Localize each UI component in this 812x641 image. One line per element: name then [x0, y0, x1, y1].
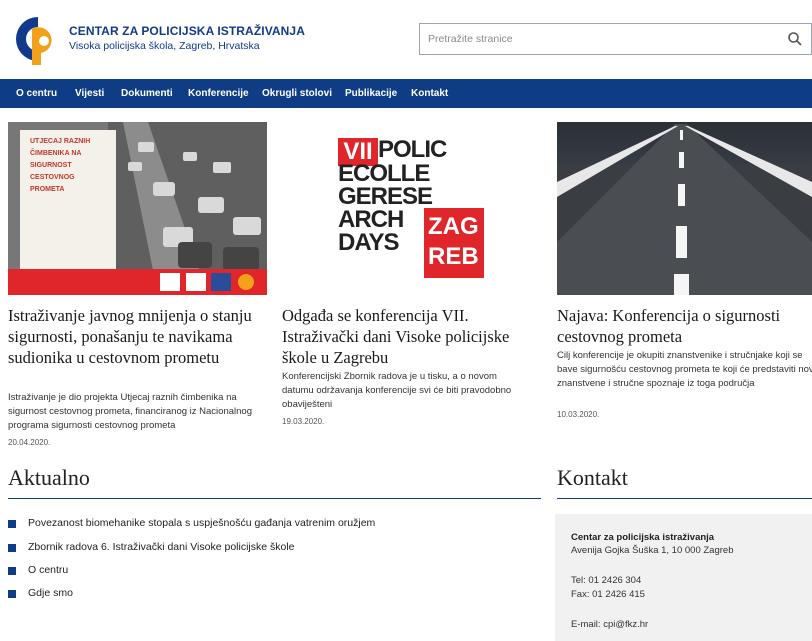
site-header: CENTAR ZA POLICIJSKA ISTRAŽIVANJA Visoka…: [0, 0, 812, 78]
contact-name: Centar za policijska istraživanja: [571, 532, 715, 543]
nav-item-konferencije[interactable]: Konferencije: [188, 79, 249, 108]
card-image-research-days-logo[interactable]: VII POLIC ECOLLE GERESE ARCH DAYS ZAG RE…: [282, 122, 541, 295]
nav-item-vijesti[interactable]: Vijesti: [75, 79, 104, 108]
card-image-road-safety-poster[interactable]: UTJECAJ RAZNIH ČIMBENIKA NA SIGURNOST CE…: [8, 122, 267, 295]
square-bullet-icon: [8, 590, 16, 598]
search-box[interactable]: [419, 23, 812, 55]
card-title-najava[interactable]: Najava: Konferencija o sigurnosti cestov…: [557, 305, 812, 347]
logo-line: POLIC: [378, 136, 447, 163]
nav-item-dokumenti[interactable]: Dokumenti: [121, 79, 173, 108]
logo-line: REB: [428, 243, 479, 270]
road-photo: [557, 122, 812, 295]
card-date: 20.04.2020.: [8, 438, 51, 447]
search-input[interactable]: [428, 30, 768, 48]
main-nav: O centru Vijesti Dokumenti Konferencije …: [0, 79, 812, 108]
card-title-konferencija-vii[interactable]: Odgađa se konferencija VII. Istraživački…: [282, 305, 544, 368]
nav-item-publikacije[interactable]: Publikacije: [345, 79, 397, 108]
nav-item-kontakt[interactable]: Kontakt: [411, 79, 448, 108]
card-date: 10.03.2020.: [557, 410, 600, 419]
logo-line: ARCH: [338, 206, 404, 233]
nav-item-o-centru[interactable]: O centru: [16, 79, 57, 108]
contact-tel: Tel: 01 2426 304: [571, 575, 642, 586]
square-bullet-icon: [8, 567, 16, 575]
poster-line: CESTOVNOG: [30, 174, 75, 181]
nav-item-okrugli-stolovi[interactable]: Okrugli stolovi: [262, 79, 332, 108]
logo-line: GERESE: [338, 183, 433, 210]
card-text-najava: Cilj konferencije je okupiti znanstvenik…: [557, 350, 812, 389]
news-item-label[interactable]: Gdje smo: [28, 587, 73, 599]
poster-heading: UTJECAJ RAZNIH ČIMBENIKA NA SIGURNOST CE…: [30, 136, 90, 196]
poster-line: UTJECAJ RAZNIH: [30, 138, 91, 145]
cpi-logo[interactable]: [8, 13, 60, 65]
square-bullet-icon: [8, 520, 16, 528]
search-icon[interactable]: [787, 31, 803, 47]
news-item-label[interactable]: Zbornik radova 6. Istraživački dani Viso…: [28, 541, 295, 553]
contact-fax: Fax: 01 2426 415: [571, 589, 645, 600]
contact-email[interactable]: E-mail: cpi@fkz.hr: [571, 619, 648, 630]
poster-line: ČIMBENIKA NA: [30, 150, 82, 157]
section-title-kontakt: Kontakt: [557, 465, 628, 490]
news-item-label[interactable]: Povezanost biomehanike stopala s uspješn…: [28, 517, 375, 529]
site-title[interactable]: CENTAR ZA POLICIJSKA ISTRAŽIVANJA: [69, 24, 305, 38]
logo-line: DAYS: [338, 229, 399, 256]
logo-block-zagreb: ZAG REB: [424, 208, 484, 278]
news-item-label[interactable]: O centru: [28, 564, 68, 576]
poster-line: SIGURNOST: [30, 162, 72, 169]
poster-line: PROMETA: [30, 186, 65, 193]
logo-line: ZAG: [428, 213, 479, 240]
divider: [8, 498, 541, 499]
contact-box: Centar za policijska istraživanja Avenij…: [555, 514, 812, 641]
research-days-logo: VII POLIC ECOLLE GERESE ARCH DAYS ZAG RE…: [338, 138, 484, 278]
card-text-konferencija-vii: Konferencijski Zbornik radova je u tisku…: [282, 371, 512, 410]
divider: [557, 498, 812, 499]
square-bullet-icon: [8, 544, 16, 552]
contact-address: Avenija Gojka Šuška 1, 10 000 Zagreb: [571, 545, 734, 556]
section-title-aktualno: Aktualno: [8, 465, 90, 490]
card-title-istrazivanje[interactable]: Istraživanje javnog mnijenja o stanju si…: [8, 305, 270, 368]
card-text-istrazivanje: Istraživanje je dio projekta Utjecaj raz…: [8, 392, 252, 431]
card-date: 19.03.2020.: [282, 417, 325, 426]
logo-text: POLIC: [378, 136, 447, 163]
card-image-road[interactable]: [557, 122, 812, 295]
logo-text: ECOLLE GERESE ARCH DAYS: [338, 160, 433, 256]
logo-line: ECOLLE: [338, 160, 430, 187]
site-subtitle: Visoka policijska škola, Zagreb, Hrvatsk…: [69, 40, 260, 52]
